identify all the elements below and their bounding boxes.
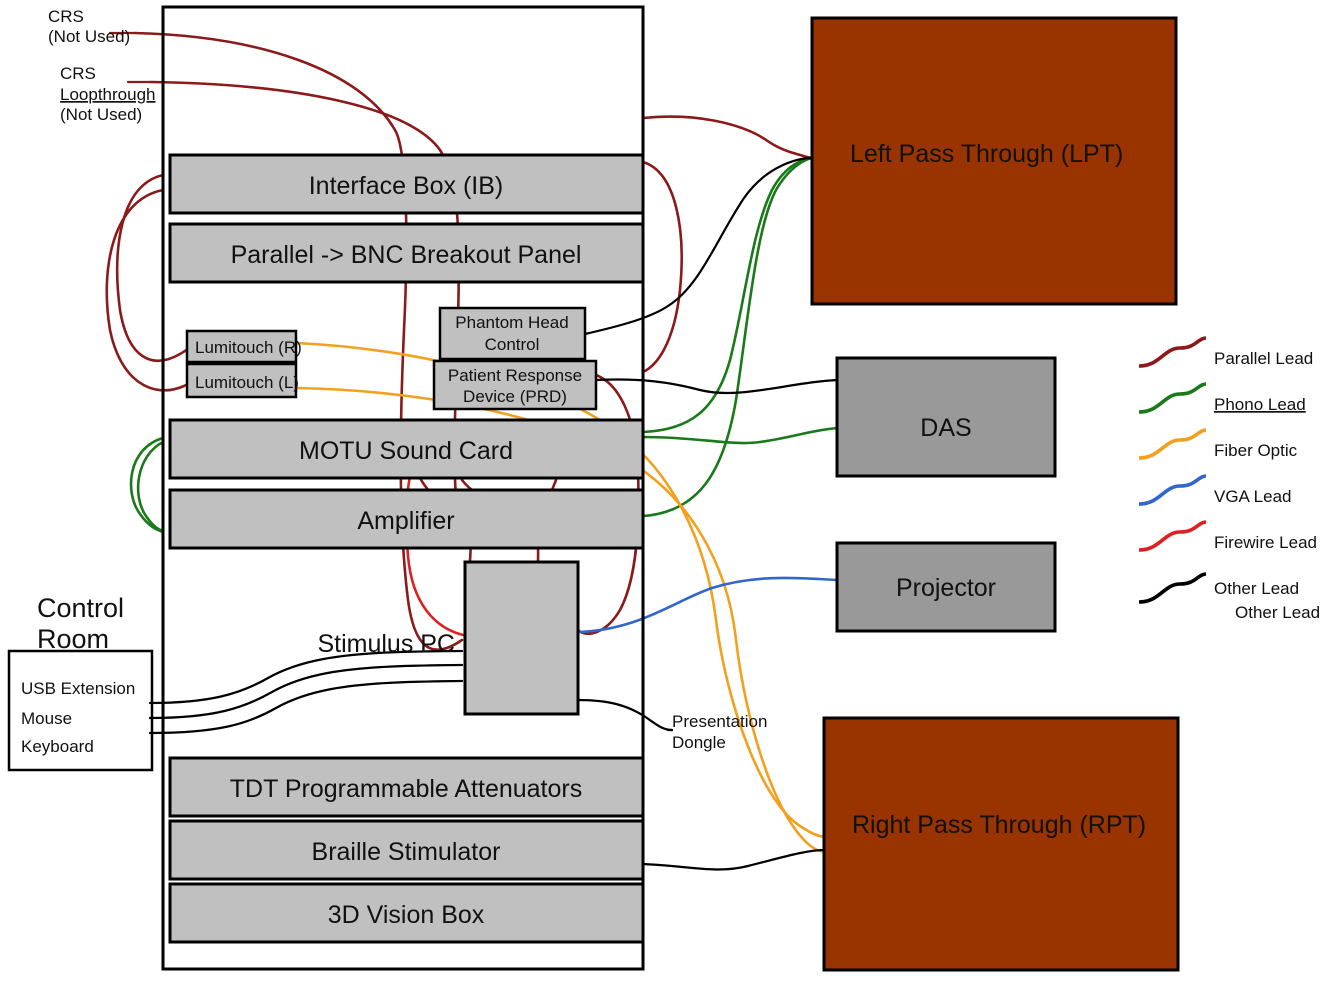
cable-ib-right-loop bbox=[641, 160, 683, 374]
legend-label: Fiber Optic bbox=[1214, 441, 1298, 460]
legend-label-extra: Other Lead bbox=[1235, 603, 1320, 622]
cable-motu-to-lpt-a bbox=[641, 156, 814, 434]
cable-motu-to-das bbox=[641, 426, 840, 445]
device-left-pass-through[interactable]: Left Pass Through (LPT) bbox=[810, 16, 1178, 306]
rack-unit-label: Interface Box (IB) bbox=[309, 172, 504, 200]
legend-item-phono-lead: Phono Lead bbox=[1138, 382, 1306, 414]
legend-item-other-lead: Other Lead Other Lead bbox=[1138, 572, 1320, 622]
legend-item-fiber-optic: Fiber Optic bbox=[1138, 428, 1298, 460]
rack-unit-phantom-head-control[interactable]: Phantom Head Control bbox=[438, 306, 587, 361]
rack-unit-label: Braille Stimulator bbox=[312, 838, 501, 866]
stimulus-pc-label: Stimulus PC bbox=[317, 630, 455, 658]
cable-presentation-dongle bbox=[576, 698, 674, 732]
rack-unit-interface-box[interactable]: Interface Box (IB) bbox=[168, 153, 645, 215]
legend-label: Parallel Lead bbox=[1214, 349, 1313, 368]
cable-mouse bbox=[148, 663, 464, 720]
rack-unit-label: TDT Programmable Attenuators bbox=[230, 775, 582, 803]
crs-loopthrough-label-line3: (Not Used) bbox=[60, 105, 142, 124]
legend-swatch-firewire-lead bbox=[1138, 520, 1207, 552]
control-room-cable-usb-extension: USB Extension bbox=[21, 679, 135, 698]
rack-unit-label-line1: Phantom Head bbox=[455, 313, 568, 332]
crs-loopthrough-label-line2: Loopthrough bbox=[60, 85, 155, 104]
device-projector[interactable]: Projector bbox=[835, 541, 1057, 633]
control-room-label-line1: Control bbox=[37, 593, 124, 623]
rack-unit-label: Parallel -> BNC Breakout Panel bbox=[231, 241, 582, 269]
legend-label: Phono Lead bbox=[1214, 395, 1306, 414]
rack-unit-label: Lumitouch (L) bbox=[195, 373, 299, 392]
equipment-wiring-diagram: Interface Box (IB) Parallel -> BNC Break… bbox=[7, 5, 1320, 972]
cable-keyboard bbox=[148, 679, 464, 735]
legend-swatch-other-lead bbox=[1138, 572, 1207, 604]
rack-unit-label-line1: Patient Response bbox=[448, 366, 582, 385]
svg-text:Phono Lead: Phono Lead bbox=[1214, 395, 1306, 414]
legend-item-parallel-lead: Parallel Lead bbox=[1138, 336, 1313, 368]
rack-unit-patient-response-device[interactable]: Patient Response Device (PRD) bbox=[432, 359, 598, 411]
rack-unit-bnc-breakout[interactable]: Parallel -> BNC Breakout Panel bbox=[168, 222, 645, 284]
rack-unit-label: 3D Vision Box bbox=[328, 901, 485, 929]
legend-swatch-phono-lead bbox=[1138, 382, 1207, 414]
rack-unit-braille-stimulator[interactable]: Braille Stimulator bbox=[168, 819, 645, 881]
device-label: Right Pass Through (RPT) bbox=[852, 811, 1146, 839]
device-label: Projector bbox=[896, 574, 996, 602]
crs-label: CRS bbox=[48, 7, 84, 26]
presentation-dongle-label-line2: Dongle bbox=[672, 733, 726, 752]
crs-not-used-label: (Not Used) bbox=[48, 27, 130, 46]
rack-unit-lumitouch-r[interactable]: Lumitouch (R) bbox=[185, 329, 302, 364]
legend-swatch-fiber-optic bbox=[1138, 428, 1207, 460]
rack-unit-label: Lumitouch (R) bbox=[195, 338, 302, 357]
rack-unit-label: Amplifier bbox=[357, 507, 454, 535]
legend-swatch-parallel-lead bbox=[1138, 336, 1207, 368]
device-das[interactable]: DAS bbox=[835, 356, 1057, 478]
crs-loopthrough-label-line1: CRS bbox=[60, 64, 96, 83]
cable-pc-to-projector bbox=[576, 576, 838, 634]
presentation-dongle-label-line1: Presentation bbox=[672, 712, 767, 731]
rack-unit-tdt-attenuators[interactable]: TDT Programmable Attenuators bbox=[168, 756, 645, 818]
legend-label: Other Lead bbox=[1214, 579, 1299, 598]
rack-unit-3d-vision-box[interactable]: 3D Vision Box bbox=[168, 882, 645, 944]
diagram-canvas: Interface Box (IB) Parallel -> BNC Break… bbox=[0, 0, 1340, 981]
stimulus-pc-box[interactable] bbox=[463, 560, 580, 716]
legend-label: VGA Lead bbox=[1214, 487, 1292, 506]
legend: Parallel Lead Phono Lead Fiber Optic VGA… bbox=[1138, 336, 1320, 622]
legend-item-firewire-lead: Firewire Lead bbox=[1138, 520, 1317, 552]
control-room-cable-keyboard: Keyboard bbox=[21, 737, 94, 756]
rack-unit-label-line2: Control bbox=[485, 335, 540, 354]
rack-unit-label-line2: Device (PRD) bbox=[463, 387, 567, 406]
control-room-cable-mouse: Mouse bbox=[21, 709, 72, 728]
legend-swatch-vga-lead bbox=[1138, 474, 1207, 506]
cable-braille-to-rpt bbox=[641, 848, 826, 871]
control-room-label-line2: Room bbox=[37, 624, 109, 654]
device-right-pass-through[interactable]: Right Pass Through (RPT) bbox=[822, 716, 1180, 972]
rack-unit-amplifier[interactable]: Amplifier bbox=[168, 488, 645, 550]
rack-unit-motu-sound-card[interactable]: MOTU Sound Card bbox=[168, 418, 645, 480]
device-label: DAS bbox=[920, 414, 971, 442]
rack-unit-label: MOTU Sound Card bbox=[299, 437, 513, 465]
legend-label: Firewire Lead bbox=[1214, 533, 1317, 552]
legend-item-vga-lead: VGA Lead bbox=[1138, 474, 1292, 506]
rack-unit-lumitouch-l[interactable]: Lumitouch (L) bbox=[185, 362, 299, 399]
cable-bnc-to-lpt bbox=[641, 115, 814, 160]
rack-units: Interface Box (IB) Parallel -> BNC Break… bbox=[168, 153, 645, 944]
device-label: Left Pass Through (LPT) bbox=[850, 140, 1123, 168]
